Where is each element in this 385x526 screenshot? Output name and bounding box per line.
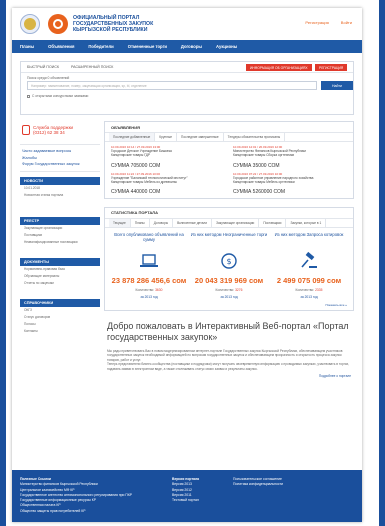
tab-latest[interactable]: Последние добавленные [109, 133, 156, 141]
documents-item[interactable]: Обучающие материалы [20, 273, 100, 280]
laptop-icon [138, 250, 160, 272]
references-heading[interactable]: СПРАВОЧНИКИ [20, 298, 100, 307]
support-block[interactable]: Служба поддержки (0312) 62 38 34 [20, 121, 100, 145]
footer: Полезные Ссылки Министерство финансов Кы… [12, 470, 362, 522]
footer-link[interactable]: Политика конфиденциальности [233, 482, 283, 487]
registry-item[interactable]: Поставщики [20, 232, 100, 239]
stat-tab[interactable]: Закупающие организации [212, 218, 260, 227]
svg-text:$: $ [226, 257, 231, 266]
documents-item[interactable]: Нормативно-правовая база [20, 266, 100, 273]
frame-left-stripe [0, 0, 6, 526]
nav-cancelled[interactable]: Отмененные торги [128, 44, 167, 49]
gavel-icon [298, 250, 320, 272]
registry-item[interactable]: Закупающие организации [20, 225, 100, 232]
documents-heading[interactable]: ДОКУМЕНТЫ [20, 257, 100, 266]
announcements-panel: ОБЪЯВЛЕНИЯ Последние добавленные Крупные… [104, 121, 354, 199]
tab-large[interactable]: Крупные [155, 133, 178, 141]
search-panel: БЫСТРЫЙ ПОИСК РАСШИРЕННЫЙ ПОИСК ИНФОРМАЦ… [20, 61, 354, 115]
nav-contracts[interactable]: Договоры [181, 44, 202, 49]
left-sidebar: Служба поддержки (0312) 62 38 34 Часто з… [20, 121, 100, 335]
references-item[interactable]: Контакты [20, 328, 100, 335]
stat-card-total: Всего опубликовано объявлений на сумму 2… [111, 231, 187, 299]
portal-title[interactable]: ОФИЦИАЛЬНЫЙ ПОРТАЛ ГОСУДАРСТВЕННЫХ ЗАКУП… [73, 15, 163, 33]
stat-tab[interactable]: Закупки, которые в 1 [286, 218, 327, 227]
main-nav: Планы Объявления Победители Отмененные т… [12, 40, 362, 53]
frame-right-stripe [379, 0, 385, 526]
login-link[interactable]: Войти [341, 20, 352, 25]
announcement-card[interactable]: 10.09.2016 11:22 / 27.09.2016 10:00 Учре… [111, 172, 225, 195]
stat-tab[interactable]: Включенные детали [173, 218, 213, 227]
stat-tab[interactable]: Текущие [109, 218, 131, 227]
references-item[interactable]: Статус договоров [20, 314, 100, 321]
search-button[interactable]: Найти [321, 81, 353, 90]
open-tenders-checkbox[interactable]: С открытыми конкурсными заявками [27, 94, 88, 98]
news-heading[interactable]: НОВОСТИ [20, 176, 100, 185]
register-link[interactable]: Регистрация [305, 20, 328, 25]
footer-link[interactable]: Общество защиты прав потребителей КР [20, 509, 138, 514]
welcome-title: Добро пожаловать в Интерактивный Веб-пор… [107, 320, 349, 342]
references-item[interactable]: ОКГЗ [20, 307, 100, 314]
stat-tab[interactable]: Договоры [150, 218, 174, 227]
announcement-card[interactable]: 10.09.2016 12:01 / 20.09.2016 12:00 Мини… [233, 145, 347, 168]
search-label: Поиск среди 0 объявлений [27, 76, 70, 80]
announcement-card[interactable]: 10.09.2016 10:14 / 27.09.2016 13:00 Горо… [111, 145, 225, 168]
nav-auctions[interactable]: Аукционы [216, 44, 237, 49]
stat-card-open-tenders: Из них методом Неограниченные торги $ 20… [190, 231, 268, 299]
phone-icon [22, 125, 30, 135]
nav-announcements[interactable]: Объявления [48, 44, 74, 49]
announcements-title: ОБЪЯВЛЕНИЯ [105, 122, 353, 133]
references-item[interactable]: Полосы [20, 321, 100, 328]
show-all-link[interactable]: Показать все » [105, 301, 353, 310]
forum-link[interactable]: Форум Государственных закупок [22, 161, 98, 168]
announcement-card[interactable]: 10.09.2016 07:22 / 27.09.2016 10:00 Горо… [233, 172, 347, 195]
tab-quick-search[interactable]: БЫСТРЫЙ ПОИСК [27, 65, 59, 69]
header: ОФИЦИАЛЬНЫЙ ПОРТАЛ ГОСУДАРСТВЕННЫХ ЗАКУП… [12, 8, 362, 40]
news-item[interactable]: Новостная статья портала [20, 192, 100, 199]
welcome-text: Мы рады приветствовать Вас в новом модер… [107, 348, 343, 362]
registration-button[interactable]: РЕГИСТРАЦИЯ [315, 64, 348, 71]
checkbox-icon[interactable] [27, 94, 30, 98]
stat-card-quotations: Из них методом Запроса котировок 2 499 0… [274, 231, 344, 299]
tab-completed[interactable]: Последние завершенные [177, 133, 224, 141]
registry-heading[interactable]: РЕЕСТР [20, 216, 100, 225]
org-info-button[interactable]: ИНФОРМАЦИЯ ОБ ОРГАНИЗАЦИЯХ [246, 64, 312, 71]
welcome-text: Теперь представители бизнес-сообщества (… [107, 362, 350, 371]
portal-logo-icon[interactable] [48, 14, 68, 34]
footer-link[interactable]: Тестовый портал [172, 498, 199, 503]
documents-block: ДОКУМЕНТЫ Нормативно-правовая база Обуча… [20, 257, 100, 287]
stat-tab[interactable]: Поставщики [259, 218, 287, 227]
registry-item[interactable]: Неквалифицированные поставщики [20, 239, 100, 246]
read-more-link[interactable]: Подробнее о портале [107, 374, 351, 379]
quick-links: Часто задаваемые вопросы Жалобы Форум Го… [20, 145, 100, 172]
support-phone: (0312) 62 38 34 [33, 130, 65, 136]
nav-winners[interactable]: Победители [88, 44, 113, 49]
search-input[interactable]: Например: наименование, номер, закупающа… [27, 81, 317, 90]
documents-item[interactable]: Отчеты по закупкам [20, 280, 100, 287]
news-block: НОВОСТИ 10.01.2018 Новостная статья порт… [20, 176, 100, 199]
references-block: СПРАВОЧНИКИ ОКГЗ Статус договоров Полосы… [20, 298, 100, 335]
state-emblem-icon [20, 14, 40, 34]
registry-block: РЕЕСТР Закупающие организации Поставщики… [20, 216, 100, 246]
news-date: 10.01.2018 [24, 186, 40, 190]
money-cycle-icon: $ [218, 250, 240, 272]
statistics-panel: СТАТИСТИКА ПОРТАЛА Текущие Планы Договор… [104, 206, 354, 311]
stat-tab[interactable]: Планы [131, 218, 150, 227]
tab-advanced-search[interactable]: РАСШИРЕННЫЙ ПОИСК [71, 65, 113, 69]
portal-page: ОФИЦИАЛЬНЫЙ ПОРТАЛ ГОСУДАРСТВЕННЫХ ЗАКУП… [12, 8, 362, 522]
tab-obligations[interactable]: Тендеры обязательства прописаны [224, 133, 286, 141]
main-content: ОБЪЯВЛЕНИЯ Последние добавленные Крупные… [104, 121, 354, 379]
nav-plans[interactable]: Планы [20, 44, 34, 49]
statistics-title: СТАТИСТИКА ПОРТАЛА [105, 208, 353, 219]
